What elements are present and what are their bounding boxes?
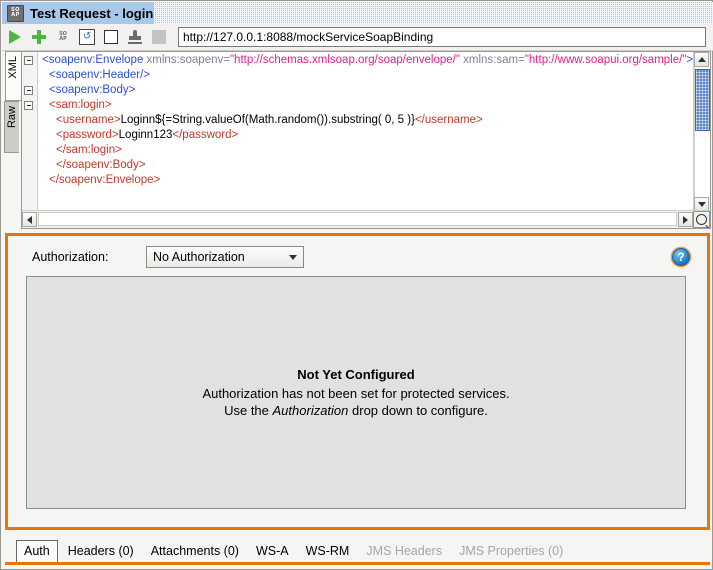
page-title: Test Request - login [30, 5, 154, 21]
code-token: <username> [56, 114, 121, 126]
editor-vertical-scrollbar[interactable] [693, 52, 710, 212]
chevron-down-icon [283, 254, 303, 260]
editor-tab-xml[interactable]: XML [5, 51, 21, 101]
empty-state-line-2: Use the Authorization drop down to confi… [224, 402, 488, 419]
tab-ws-rm[interactable]: WS-RM [299, 541, 357, 562]
tab-attachments-0[interactable]: Attachments (0) [144, 541, 246, 562]
vertical-scroll-thumb[interactable] [695, 69, 710, 131]
horizontal-scroll-track[interactable] [38, 212, 677, 226]
chevron-up-icon [697, 57, 706, 62]
code-token: <sam:login> [49, 99, 112, 111]
code-token: </username> [414, 114, 483, 126]
soap-format-button[interactable]: SO AP [52, 26, 74, 48]
code-line: <soapenv:Header/> [38, 68, 710, 83]
empty-state-line2-pre: Use the [224, 402, 273, 418]
code-line: <soapenv:Body> [38, 83, 710, 98]
editor-tab-raw-label: Raw [6, 106, 18, 129]
code-token: <soapenv:Header/> [49, 69, 151, 81]
tab-auth[interactable]: Auth [16, 540, 58, 562]
authorization-label: Authorization: [32, 250, 109, 264]
code-line: <password>Loginn123</password> [38, 128, 710, 143]
play-icon [9, 30, 21, 44]
xml-source-editor[interactable]: <soapenv:Envelope xmlns:soapenv="http://… [21, 51, 711, 229]
code-token: <soapenv:Envelope [42, 54, 144, 66]
editor-tab-xml-label: XML [7, 56, 19, 79]
authorization-dropdown[interactable]: No Authorization [146, 246, 304, 268]
refresh-box-icon: ↺ [79, 29, 95, 45]
authorization-panel: Authorization: No Authorization ? Not Ye… [5, 233, 710, 530]
scroll-left-button[interactable] [22, 212, 37, 227]
tab-headers-0[interactable]: Headers (0) [61, 541, 141, 562]
code-token: </sam:login> [56, 144, 122, 156]
auth-profile-button[interactable] [124, 26, 146, 48]
fold-marker-icon[interactable] [24, 101, 33, 110]
zoom-search-button[interactable] [693, 211, 710, 228]
chevron-left-icon [27, 215, 32, 224]
xml-code-content[interactable]: <soapenv:Envelope xmlns:soapenv="http://… [38, 52, 710, 188]
code-line: <sam:login> [38, 98, 710, 113]
tab-jms-headers: JMS Headers [366, 544, 443, 558]
plus-icon [32, 30, 46, 44]
empty-state-line2-post: drop down to configure. [348, 402, 488, 418]
endpoint-url-field[interactable]: http://127.0.0.1:8088/mockServiceSoapBin… [178, 27, 706, 47]
editor-fold-gutter [22, 52, 38, 212]
add-request-button[interactable] [28, 26, 50, 48]
code-line: <soapenv:Envelope xmlns:soapenv="http://… [38, 53, 710, 68]
title-bar-hatch-pattern [154, 2, 713, 24]
code-token: "http://www.soapui.org/sample/" [524, 54, 687, 66]
soap-icon: SO AP [59, 30, 67, 42]
request-toolbar: SO AP ↺ http://127.0.0.1:8088/mockService… [2, 24, 713, 51]
fold-marker-icon[interactable] [24, 86, 33, 95]
chevron-down-icon [697, 202, 706, 207]
tab-ws-a[interactable]: WS-A [249, 541, 296, 562]
window-title-bar: SO AP Test Request - login [2, 2, 713, 24]
gray-square-icon [152, 30, 166, 44]
fold-marker-icon[interactable] [24, 56, 33, 65]
editor-tab-raw[interactable]: Raw [4, 101, 19, 153]
editor-view-tabs: XML Raw [4, 51, 21, 229]
code-token: Loginn123 [118, 129, 173, 141]
request-editor-area: XML Raw <soapenv:Envelope xmlns:soapenv=… [4, 51, 711, 229]
code-token: <password> [56, 129, 119, 141]
empty-state-line2-emphasis: Authorization [272, 402, 349, 418]
authorization-dropdown-value: No Authorization [153, 250, 245, 264]
code-token: <soapenv:Body> [49, 84, 136, 96]
recompile-button[interactable]: ↺ [76, 26, 98, 48]
submit-request-button[interactable] [4, 26, 26, 48]
help-circle-icon[interactable]: ? [672, 248, 690, 266]
code-token: Loginn${=String.valueOf(Math.random()).s… [120, 114, 415, 126]
code-line: </sam:login> [38, 143, 710, 158]
test-request-window: SO AP Test Request - login SO AP ↺ http://… [0, 0, 713, 570]
square-icon [104, 30, 118, 44]
request-bottom-tabs: Auth Headers (0) Attachments (0) WS-A WS-RM J… [5, 539, 710, 565]
code-line: <username>Loginn${=String.valueOf(Math.r… [38, 113, 710, 128]
editor-horizontal-scrollbar[interactable] [22, 210, 710, 228]
stop-button[interactable] [100, 26, 122, 48]
code-line: </soapenv:Envelope> [38, 173, 710, 188]
authorization-empty-state: Not Yet Configured Authorization has not… [26, 276, 686, 509]
code-token: "http://schemas.xmlsoap.org/soap/envelop… [229, 54, 460, 66]
stamp-icon [128, 30, 142, 44]
code-token: </password> [172, 129, 239, 141]
empty-state-line-1: Authorization has not been set for prote… [202, 385, 510, 401]
vertical-scroll-track[interactable] [694, 67, 710, 197]
authorization-selector-row: Authorization: No Authorization ? [8, 246, 707, 272]
code-line: </soapenv:Body> [38, 158, 710, 173]
tab-jms-properties-0: JMS Properties (0) [459, 544, 564, 558]
code-token: xmlns:soapenv= [143, 54, 230, 66]
empty-state-title: Not Yet Configured [297, 366, 415, 382]
scroll-right-button[interactable] [678, 212, 693, 227]
magnifier-icon [696, 214, 707, 225]
chevron-right-icon [683, 215, 688, 224]
scroll-up-button[interactable] [694, 52, 709, 67]
disabled-toolbar-button [148, 26, 170, 48]
soap-icon: SO AP [7, 4, 24, 22]
code-token: </soapenv:Envelope> [49, 174, 161, 186]
code-token: xmlns:sam= [459, 54, 525, 66]
code-token: </soapenv:Body> [56, 159, 146, 171]
